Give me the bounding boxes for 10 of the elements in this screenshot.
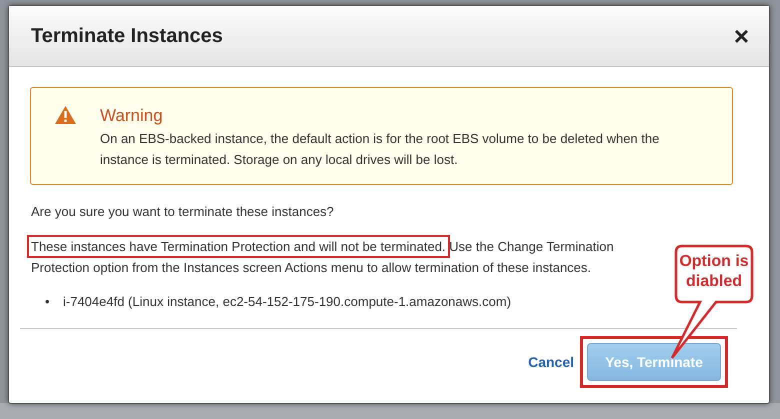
question-text: Are you sure you want to terminate these instances? xyxy=(31,203,335,221)
callout-text: Option is diabled xyxy=(678,252,750,292)
bullet-mark: • xyxy=(45,293,51,311)
warning-title: Warning xyxy=(100,106,164,126)
close-button[interactable]: × xyxy=(734,23,749,49)
cancel-link[interactable]: Cancel xyxy=(528,352,574,372)
warning-icon xyxy=(55,106,76,124)
warning-text: On an EBS-backed instance, the default action is for the root EBS volume to be deleted when the instance is terminated. Storage on any local drives will be lost. xyxy=(100,130,660,169)
instance-item: i-7404e4fd (Linux instance, ec2-54-152-175-190.compute-1.amazonaws.com) xyxy=(63,293,512,311)
dialog-title: Terminate Instances xyxy=(31,24,223,48)
